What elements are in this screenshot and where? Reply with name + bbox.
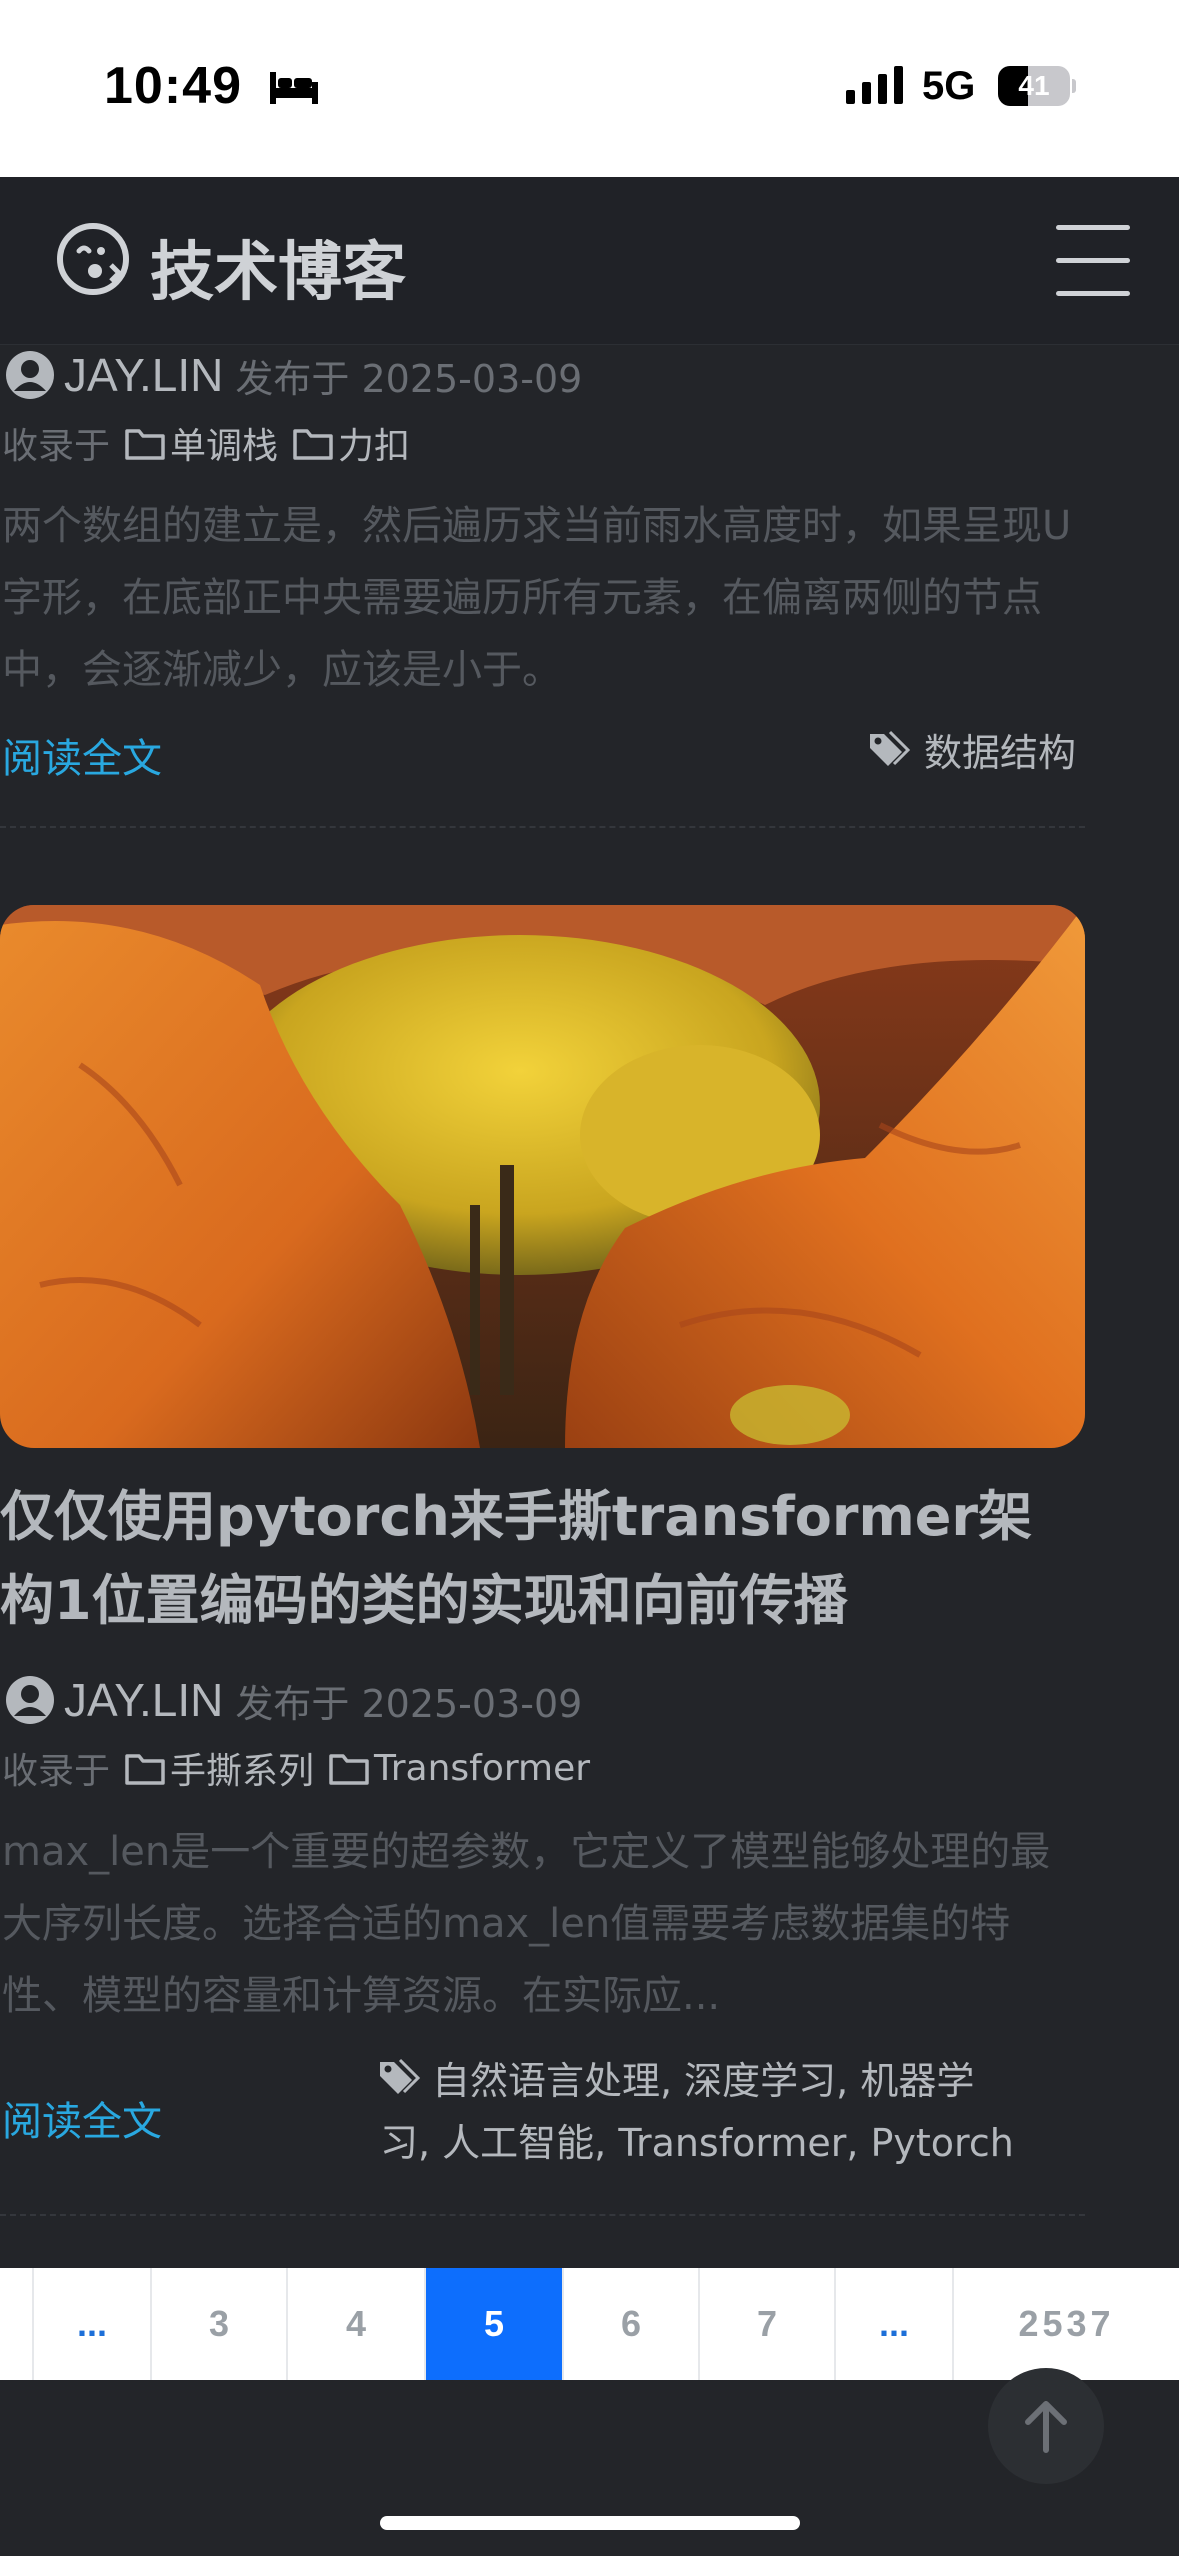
page-6[interactable]: 6 bbox=[564, 2268, 700, 2380]
tags-icon bbox=[380, 2058, 421, 2094]
author-name[interactable]: JAY.LIN bbox=[64, 1673, 223, 1727]
folder-icon bbox=[293, 429, 333, 460]
status-time: 10:49 bbox=[104, 57, 242, 115]
home-indicator[interactable] bbox=[380, 2516, 800, 2530]
page-prev-partial[interactable] bbox=[0, 2268, 34, 2380]
article-excerpt: max_len是一个重要的超参数，它定义了模型能够处理的最大序列长度。选择合适的… bbox=[2, 1829, 1051, 2019]
category-prefix: 收录于 bbox=[2, 426, 111, 467]
page-5-current[interactable]: 5 bbox=[426, 2268, 564, 2380]
tag-row: 数据结构 bbox=[868, 722, 1076, 777]
category-link[interactable]: 手撕系列 bbox=[170, 1742, 314, 1794]
folder-icon bbox=[125, 429, 165, 460]
page-ellipsis[interactable]: ... bbox=[34, 2268, 152, 2380]
arrow-up-icon bbox=[1025, 2401, 1067, 2453]
signal-icon bbox=[846, 66, 903, 104]
divider bbox=[0, 826, 1085, 828]
menu-button[interactable] bbox=[1056, 225, 1130, 297]
category-row: 收录于 手撕系列 Transformer bbox=[2, 1742, 600, 1794]
tags-icon bbox=[870, 730, 911, 766]
tag-list[interactable]: 习, 人工智能, Transformer, Pytorch bbox=[380, 2112, 1014, 2174]
network-type: 5G bbox=[922, 64, 976, 108]
user-icon bbox=[6, 351, 54, 399]
tag-link[interactable]: 数据结构 bbox=[924, 722, 1076, 777]
category-link[interactable]: Transformer bbox=[374, 1748, 590, 1789]
article-title[interactable]: 仅仅使用pytorch来手撕transformer架构1位置编码的类的实现和向前… bbox=[0, 1475, 1085, 1643]
read-more-link[interactable]: 阅读全文 bbox=[2, 2089, 162, 2147]
category-link[interactable]: 力扣 bbox=[338, 417, 410, 469]
page-4[interactable]: 4 bbox=[288, 2268, 426, 2380]
category-row: 收录于 单调栈 力扣 bbox=[2, 417, 420, 469]
battery-icon: 41 bbox=[998, 66, 1076, 106]
page-3[interactable]: 3 bbox=[152, 2268, 288, 2380]
page-7[interactable]: 7 bbox=[700, 2268, 836, 2380]
article-meta: JAY.LIN 发布于 2025-03-09 bbox=[4, 345, 582, 405]
category-link[interactable]: 单调栈 bbox=[170, 417, 278, 469]
user-icon bbox=[6, 1676, 54, 1724]
site-header: 技术博客 bbox=[0, 177, 1179, 345]
tag-list[interactable]: 自然语言处理, 深度学习, 机器学 bbox=[432, 2050, 974, 2112]
status-bar: 10:49 5G 41 bbox=[0, 0, 1179, 177]
article-excerpt: 两个数组的建立是，然后遍历求当前雨水高度时，如果呈现U字形，在底部正中央需要遍历… bbox=[2, 503, 1072, 693]
publish-date: 发布于 2025-03-09 bbox=[235, 356, 583, 401]
site-title[interactable]: 技术博客 bbox=[150, 221, 406, 313]
divider bbox=[0, 2214, 1085, 2216]
page-ellipsis[interactable]: ... bbox=[836, 2268, 954, 2380]
battery-level: 41 bbox=[1018, 70, 1050, 101]
article-thumbnail[interactable] bbox=[0, 905, 1085, 1448]
publish-date: 发布于 2025-03-09 bbox=[235, 1681, 583, 1726]
read-more-link[interactable]: 阅读全文 bbox=[2, 726, 162, 784]
back-to-top-button[interactable] bbox=[988, 2368, 1104, 2484]
pagination: ... 3 4 5 6 7 ... 2537 bbox=[0, 2268, 1179, 2380]
bed-icon bbox=[270, 72, 318, 104]
logo-icon[interactable] bbox=[55, 221, 131, 297]
folder-icon bbox=[125, 1754, 165, 1785]
category-prefix: 收录于 bbox=[2, 1751, 111, 1792]
page-last[interactable]: 2537 bbox=[954, 2268, 1179, 2380]
folder-icon bbox=[329, 1754, 369, 1785]
author-name[interactable]: JAY.LIN bbox=[64, 348, 223, 402]
article-meta: JAY.LIN 发布于 2025-03-09 bbox=[4, 1670, 582, 1730]
